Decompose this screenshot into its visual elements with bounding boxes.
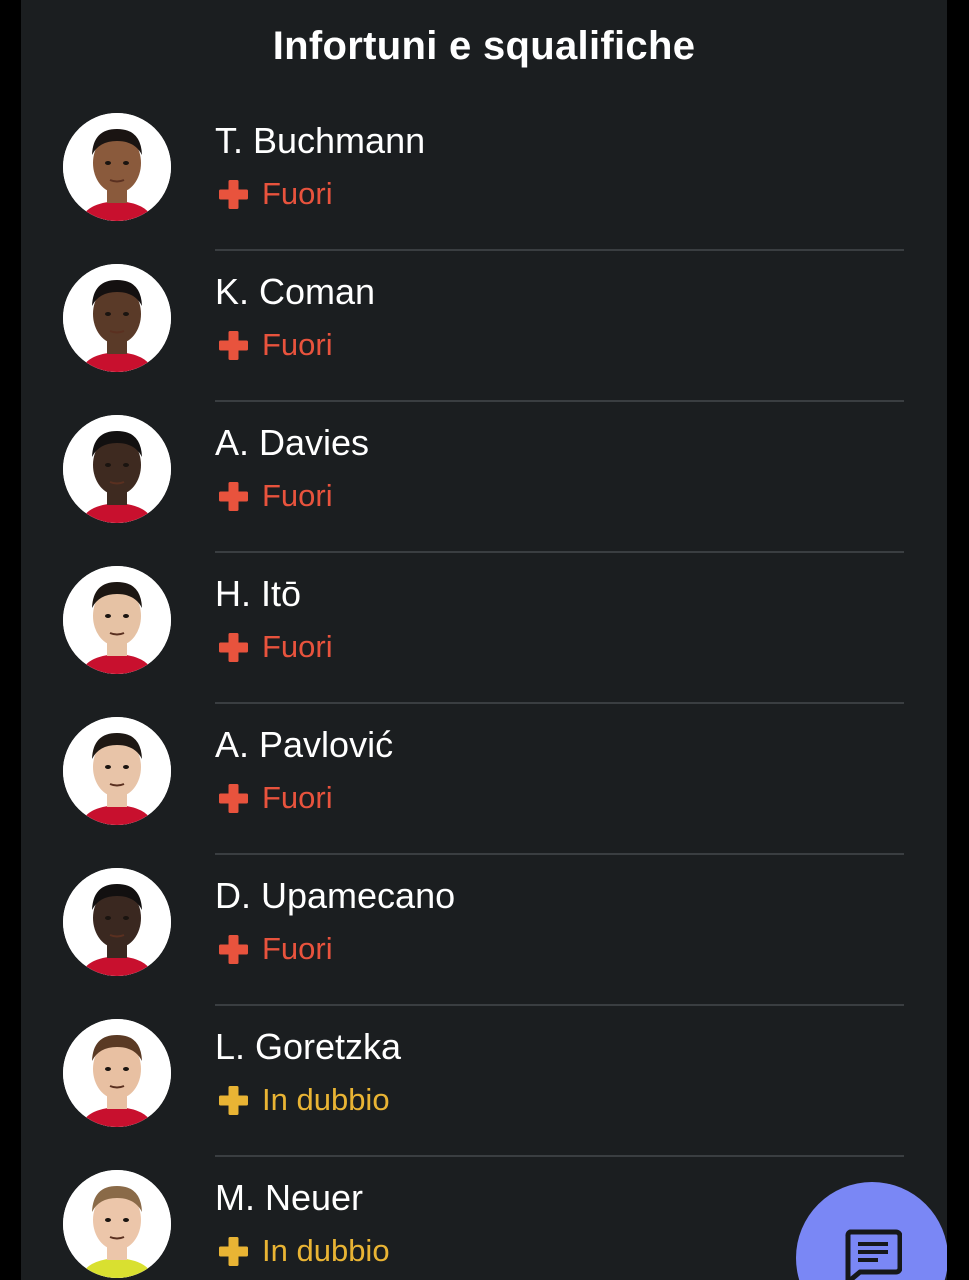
chat-icon [845, 1229, 902, 1280]
player-avatar [63, 566, 171, 674]
player-name: T. Buchmann [215, 120, 426, 161]
player-name: M. Neuer [215, 1177, 364, 1218]
status-label: Fuori [262, 176, 333, 211]
player-row[interactable]: L. Goretzka In dubbio [21, 1006, 947, 1157]
player-avatar [63, 1019, 171, 1127]
player-name: A. Davies [215, 422, 370, 463]
player-avatar [63, 717, 171, 825]
status-badge: In dubbio [219, 1082, 390, 1118]
status-label: Fuori [262, 327, 333, 362]
player-avatar [63, 868, 171, 976]
status-badge: Fuori [219, 478, 333, 514]
medical-cross-icon [219, 1085, 248, 1115]
status-badge: Fuori [219, 629, 333, 665]
status-label: In dubbio [262, 1233, 390, 1268]
player-name: A. Pavlović [215, 724, 394, 765]
player-row[interactable]: D. Upamecano Fuori [21, 855, 947, 1006]
player-name: L. Goretzka [215, 1026, 402, 1067]
section-title: Infortuni e squalifiche [272, 24, 696, 68]
player-name: D. Upamecano [215, 875, 456, 916]
status-label: Fuori [262, 780, 333, 815]
medical-cross-icon [219, 481, 248, 511]
status-badge: Fuori [219, 327, 333, 363]
medical-cross-icon [219, 330, 248, 360]
medical-cross-icon [219, 934, 248, 964]
player-name: K. Coman [215, 271, 376, 312]
player-row[interactable]: A. Davies Fuori [21, 402, 947, 553]
medical-cross-icon [219, 783, 248, 813]
player-avatar [63, 113, 171, 221]
player-row[interactable]: T. Buchmann Fuori [21, 100, 947, 251]
player-name: H. Itō [215, 573, 302, 614]
medical-cross-icon [219, 632, 248, 662]
player-row[interactable]: A. Pavlović Fuori [21, 704, 947, 855]
status-label: Fuori [262, 629, 333, 664]
status-label: Fuori [262, 931, 333, 966]
player-row[interactable]: K. Coman Fuori [21, 251, 947, 402]
player-avatar [63, 1170, 171, 1278]
medical-cross-icon [219, 179, 248, 209]
status-label: In dubbio [262, 1082, 390, 1117]
status-badge: Fuori [219, 176, 333, 212]
player-avatar [63, 415, 171, 523]
player-list: T. Buchmann Fuori K. Coman Fuori A. Davies Fu… [21, 100, 947, 1280]
status-label: Fuori [262, 478, 333, 513]
medical-cross-icon [219, 1236, 248, 1266]
status-badge: In dubbio [219, 1233, 390, 1269]
player-avatar [63, 264, 171, 372]
status-badge: Fuori [219, 780, 333, 816]
status-badge: Fuori [219, 931, 333, 967]
injuries-card: Infortuni e squalifiche T. Buchmann Fuori… [21, 0, 947, 1280]
player-row[interactable]: H. Itō Fuori [21, 553, 947, 704]
